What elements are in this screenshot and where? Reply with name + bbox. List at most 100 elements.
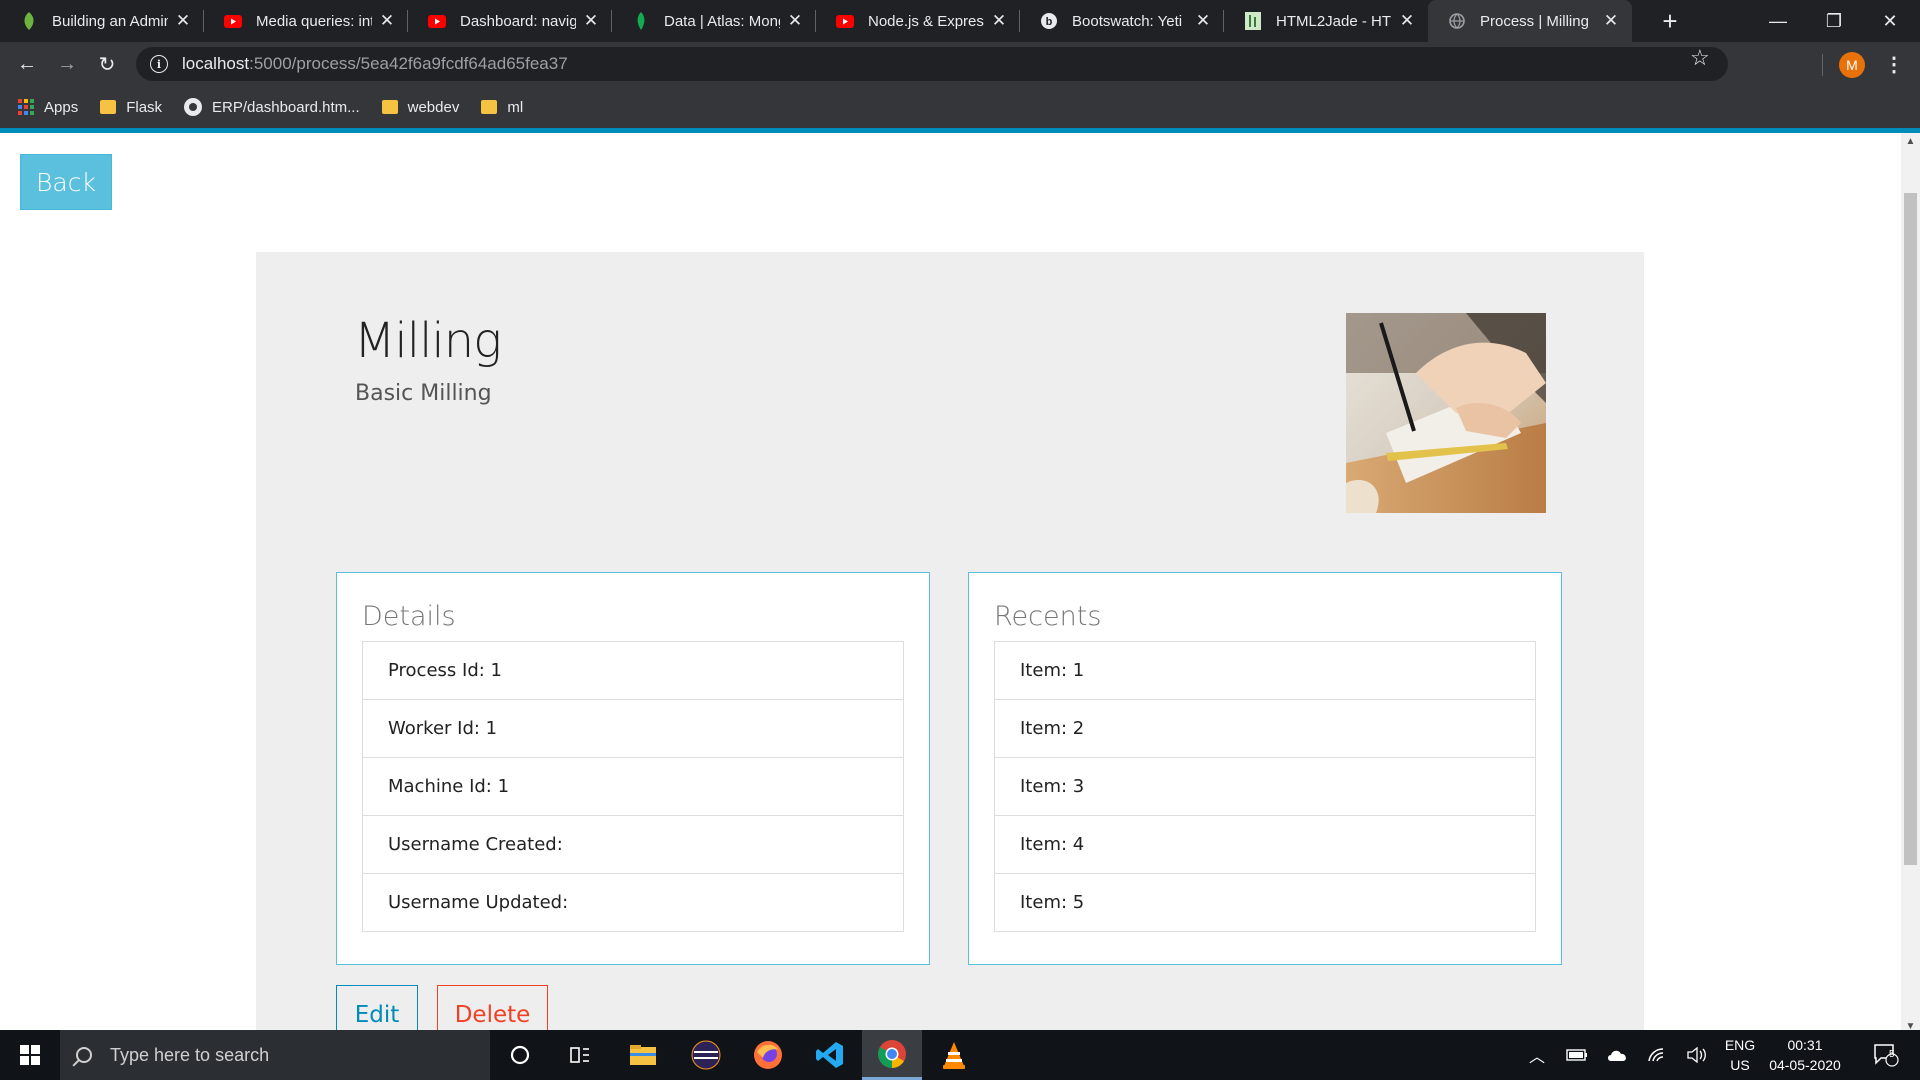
recent-item: Item: 4 <box>994 815 1536 874</box>
bookmark-apps[interactable]: Apps <box>18 99 78 116</box>
file-explorer-icon[interactable] <box>613 1030 673 1080</box>
close-icon[interactable]: ✕ <box>1194 11 1212 30</box>
recent-item: Item: 1 <box>994 641 1536 700</box>
recent-item: Item: 3 <box>994 757 1536 816</box>
close-icon[interactable]: ✕ <box>582 11 600 30</box>
details-list: Process Id: 1 Worker Id: 1 Machine Id: 1… <box>362 641 904 932</box>
scroll-up-icon[interactable]: ▲ <box>1901 133 1920 150</box>
close-icon[interactable]: ✕ <box>990 11 1008 30</box>
url-path: :5000/process/5ea42f6a9fcdf64ad65fea37 <box>249 54 568 73</box>
close-icon[interactable]: ✕ <box>786 11 804 30</box>
recent-item: Item: 5 <box>994 873 1536 932</box>
tray-overflow-icon[interactable]: ︿ <box>1522 1030 1552 1080</box>
minimize-button[interactable]: — <box>1750 0 1806 42</box>
detail-process-id: Process Id: 1 <box>362 641 904 700</box>
profile-avatar[interactable]: M <box>1839 52 1865 78</box>
delete-button[interactable]: Delete <box>437 985 548 1030</box>
language-indicator[interactable]: ENG US <box>1718 1030 1762 1080</box>
taskbar-search[interactable]: Type here to search <box>60 1030 490 1080</box>
action-center-icon[interactable]: 5 <box>1866 1030 1906 1080</box>
mongodb-leaf-icon <box>632 12 650 30</box>
back-arrow-icon[interactable]: ← <box>11 48 43 80</box>
bookmark-erp-dashboard[interactable]: ERP/dashboard.htm... <box>184 98 360 116</box>
svg-text:b: b <box>1046 16 1053 28</box>
tab-building-admin[interactable]: Building an Admin ✕ <box>0 0 204 42</box>
bookmark-webdev[interactable]: webdev <box>381 99 459 116</box>
bookmark-flask[interactable]: Flask <box>100 99 162 116</box>
site-info-icon[interactable]: i <box>150 55 168 73</box>
reload-icon[interactable]: ↻ <box>91 48 123 80</box>
tab-nodejs-express[interactable]: Node.js & Express ✕ <box>816 0 1020 42</box>
github-icon <box>184 98 203 116</box>
bookmarks-bar: Apps Flask ERP/dashboard.htm... webdev m… <box>0 86 1920 128</box>
scrollbar-thumb[interactable] <box>1904 193 1917 865</box>
page-viewport: Back Milling Basic Milling Details Proce… <box>0 128 1920 1030</box>
close-icon[interactable]: ✕ <box>1602 11 1620 30</box>
start-button[interactable] <box>0 1030 60 1080</box>
new-tab-button[interactable]: + <box>1655 0 1685 42</box>
tab-media-queries[interactable]: Media queries: intr ✕ <box>204 0 408 42</box>
bookmark-ml[interactable]: ml <box>481 99 523 116</box>
clock-time: 00:31 <box>1787 1037 1823 1053</box>
tab-atlas-mongodb[interactable]: Data | Atlas: Mong ✕ <box>612 0 816 42</box>
volume-icon[interactable] <box>1682 1030 1712 1080</box>
notification-count: 5 <box>1889 1049 1895 1060</box>
battery-icon[interactable] <box>1562 1030 1592 1080</box>
process-image <box>1346 313 1546 513</box>
tab-dashboard-navigation[interactable]: Dashboard: naviga ✕ <box>408 0 612 42</box>
chrome-icon[interactable] <box>862 1030 922 1080</box>
vscode-icon[interactable] <box>800 1030 860 1080</box>
bookmark-star-icon[interactable]: ☆ <box>1690 45 1710 71</box>
search-icon <box>76 1047 92 1063</box>
back-button[interactable]: Back <box>20 154 112 210</box>
folder-icon <box>381 100 398 114</box>
vertical-scrollbar[interactable]: ▲ ▼ <box>1901 133 1920 1030</box>
window-close-button[interactable]: ✕ <box>1862 0 1918 42</box>
youtube-icon <box>224 12 242 30</box>
leaf-icon <box>20 12 38 30</box>
tab-process-milling[interactable]: Process | Milling ✕ <box>1428 0 1632 42</box>
wifi-icon[interactable] <box>1642 1030 1672 1080</box>
task-view-icon[interactable] <box>550 1030 610 1080</box>
tab-html2jade[interactable]: HTML2Jade - HTM ✕ <box>1224 0 1428 42</box>
html2jade-icon <box>1244 12 1262 30</box>
recents-heading: Recents <box>994 601 1102 632</box>
close-icon[interactable]: ✕ <box>1398 11 1416 30</box>
eclipse-icon[interactable] <box>676 1030 736 1080</box>
browser-tab-strip: Building an Admin ✕ Media queries: intr … <box>0 0 1920 42</box>
detail-username-updated: Username Updated: <box>362 873 904 932</box>
recents-list: Item: 1 Item: 2 Item: 3 Item: 4 Item: 5 <box>994 641 1536 932</box>
details-heading: Details <box>362 601 456 632</box>
windows-taskbar: Type here to search ︿ ENG US 00:31 04-05… <box>0 1030 1920 1080</box>
close-icon[interactable]: ✕ <box>174 11 192 30</box>
detail-machine-id: Machine Id: 1 <box>362 757 904 816</box>
youtube-icon <box>836 12 854 30</box>
restore-button[interactable]: ❐ <box>1806 0 1862 42</box>
page-title: Milling <box>354 313 502 369</box>
tab-bootswatch-yeti[interactable]: b Bootswatch: Yeti ✕ <box>1020 0 1224 42</box>
edit-button[interactable]: Edit <box>336 985 418 1030</box>
onedrive-icon[interactable] <box>1602 1030 1632 1080</box>
close-icon[interactable]: ✕ <box>378 11 396 30</box>
globe-icon <box>1448 12 1466 30</box>
apps-grid-icon <box>18 99 34 115</box>
page-subtitle: Basic Milling <box>355 381 492 406</box>
recents-panel: Recents Item: 1 Item: 2 Item: 3 Item: 4 … <box>968 572 1562 965</box>
vlc-icon[interactable] <box>924 1030 984 1080</box>
scroll-down-icon[interactable]: ▼ <box>1901 1018 1920 1030</box>
address-bar[interactable]: i localhost:5000/process/5ea42f6a9fcdf64… <box>136 47 1728 81</box>
youtube-icon <box>428 12 446 30</box>
detail-username-created: Username Created: <box>362 815 904 874</box>
url-host: localhost <box>182 54 250 73</box>
clock-date: 04-05-2020 <box>1769 1057 1841 1073</box>
menu-kebab-icon[interactable]: ⋮ <box>1884 52 1904 77</box>
firefox-icon[interactable] <box>738 1030 798 1080</box>
bootswatch-icon: b <box>1040 12 1058 30</box>
cortana-icon[interactable] <box>490 1030 550 1080</box>
taskbar-clock[interactable]: 00:31 04-05-2020 <box>1760 1030 1850 1080</box>
forward-arrow-icon[interactable]: → <box>51 48 83 80</box>
recent-item: Item: 2 <box>994 699 1536 758</box>
details-panel: Details Process Id: 1 Worker Id: 1 Machi… <box>336 572 930 965</box>
windows-logo-icon <box>20 1045 40 1065</box>
process-jumbotron: Milling Basic Milling Details Process Id… <box>256 252 1644 1030</box>
